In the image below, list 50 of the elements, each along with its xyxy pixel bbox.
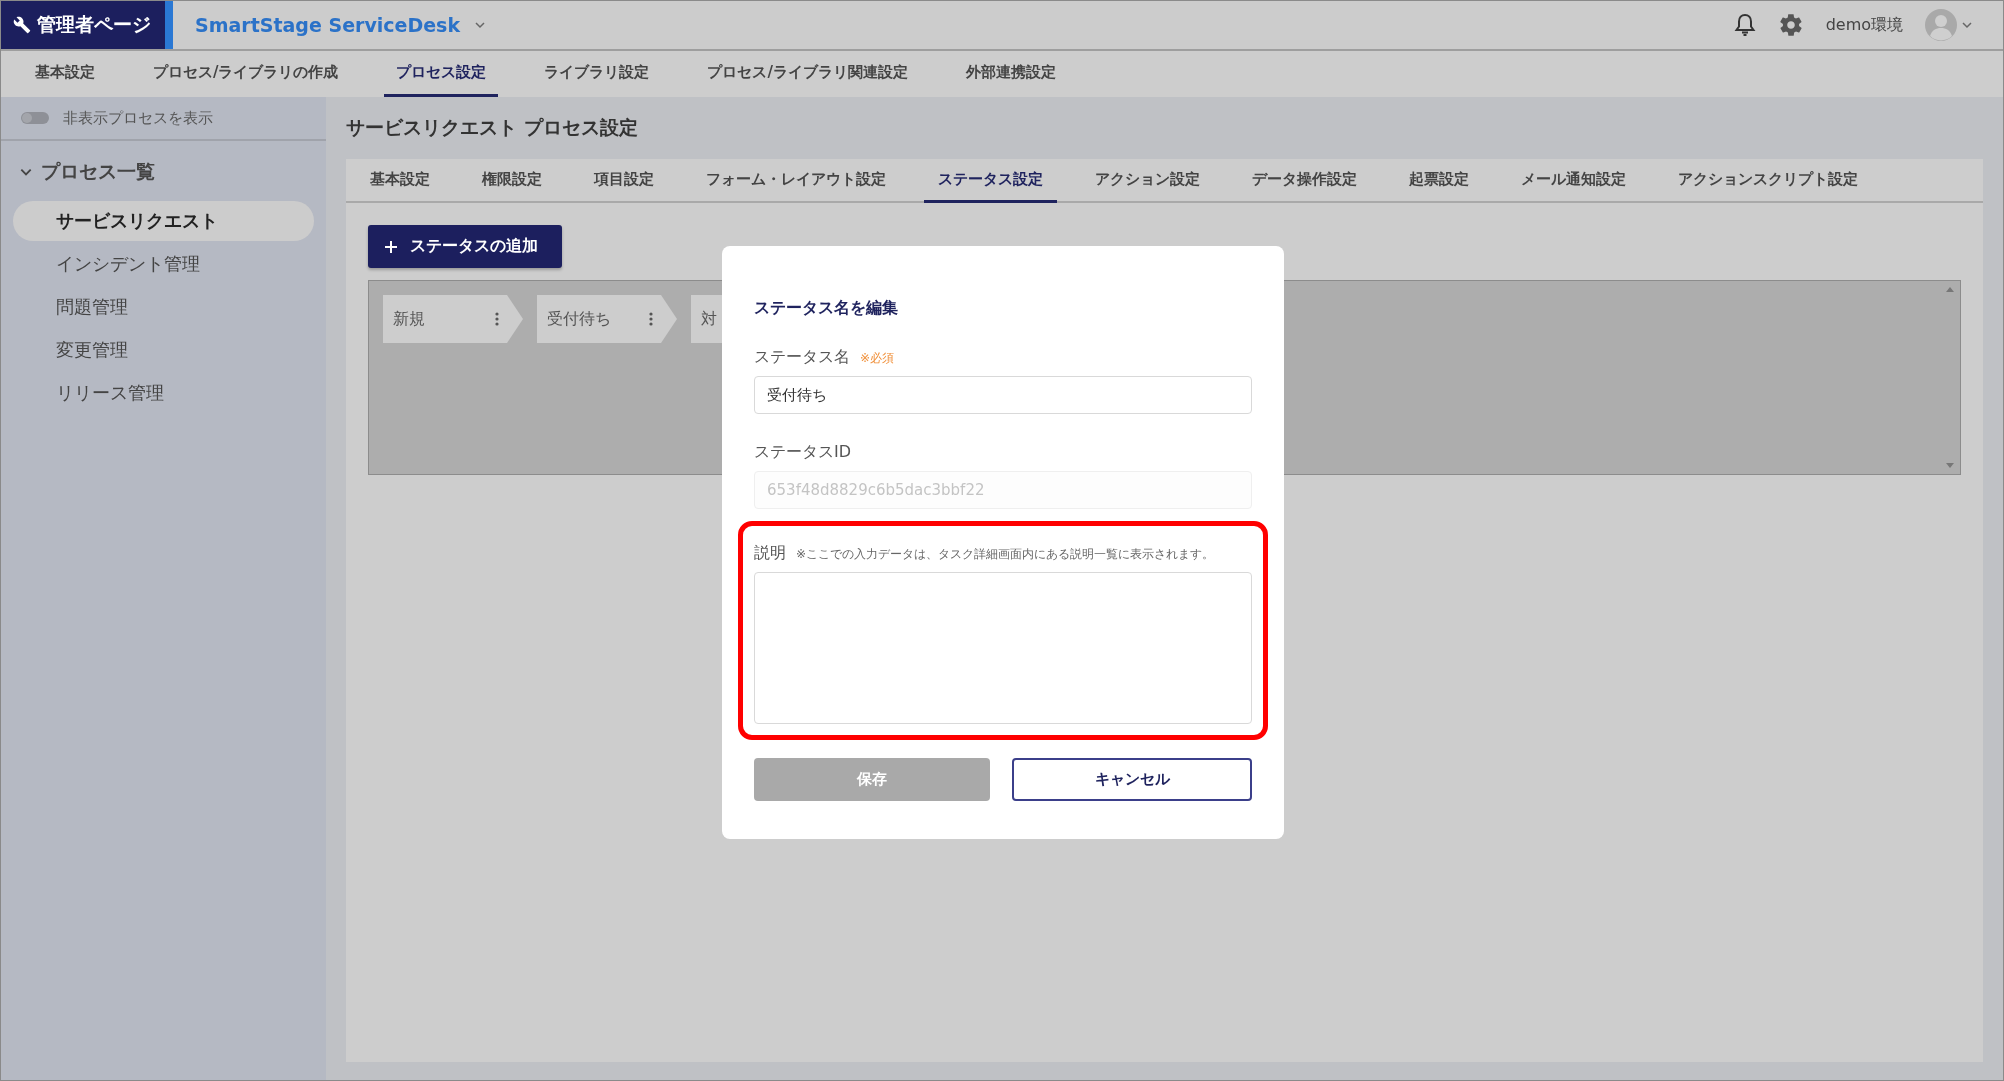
sidebar-item[interactable]: 問題管理 bbox=[13, 287, 314, 327]
bell-icon[interactable] bbox=[1733, 13, 1756, 37]
settings-tab[interactable]: 権限設定 bbox=[468, 159, 556, 203]
description-field[interactable] bbox=[754, 572, 1252, 724]
toggle-switch[interactable] bbox=[21, 112, 49, 124]
field-label: 説明 bbox=[754, 543, 786, 564]
status-name: 受付待ち bbox=[547, 308, 611, 330]
settings-tab[interactable]: データ操作設定 bbox=[1238, 159, 1371, 203]
field-note: ※ここでの入力データは、タスク詳細画面内にある説明一覧に表示されます。 bbox=[796, 546, 1215, 563]
nav-tab[interactable]: プロセス設定 bbox=[384, 51, 499, 97]
status-chip[interactable]: 新規 bbox=[383, 295, 523, 343]
environment-label[interactable]: demo環境 bbox=[1825, 14, 1903, 36]
nav-tab[interactable]: 外部連携設定 bbox=[953, 51, 1068, 97]
nav-tab[interactable]: プロセス/ライブラリの作成 bbox=[141, 51, 351, 97]
sidebar-item[interactable]: サービスリクエスト bbox=[13, 201, 314, 241]
settings-tab[interactable]: 起票設定 bbox=[1395, 159, 1483, 203]
more-icon[interactable] bbox=[495, 312, 499, 326]
more-icon[interactable] bbox=[649, 312, 653, 326]
plus-icon bbox=[384, 239, 398, 254]
settings-tab[interactable]: ステータス設定 bbox=[924, 159, 1057, 203]
group-heading[interactable]: プロセス一覧 bbox=[41, 159, 155, 185]
dialog-title: ステータス名を編集 bbox=[754, 298, 899, 319]
nav-tab[interactable]: プロセス/ライブラリ関連設定 bbox=[695, 51, 920, 97]
status-name: 対 bbox=[701, 308, 717, 330]
sidebar-item[interactable]: インシデント管理 bbox=[13, 244, 314, 284]
required-note: ※必須 bbox=[860, 350, 895, 367]
field-label: ステータスID bbox=[754, 442, 852, 463]
page-title: サービスリクエスト プロセス設定 bbox=[346, 115, 638, 140]
chevron-down-icon bbox=[474, 19, 487, 31]
chevron-down-icon bbox=[1961, 19, 1973, 31]
toggle-label: 非表示プロセスを表示 bbox=[63, 108, 213, 128]
admin-badge[interactable]: 管理者ページ bbox=[1, 1, 173, 49]
settings-tab[interactable]: メール通知設定 bbox=[1507, 159, 1640, 203]
status-name: 新規 bbox=[393, 308, 425, 330]
nav-tab[interactable]: ライブラリ設定 bbox=[532, 51, 662, 97]
settings-tab[interactable]: アクション設定 bbox=[1081, 159, 1214, 203]
settings-tab[interactable]: 基本設定 bbox=[356, 159, 444, 203]
nav-tab[interactable]: 基本設定 bbox=[23, 51, 107, 97]
add-status-button[interactable]: ステータスの追加 bbox=[368, 225, 562, 268]
sidebar-item[interactable]: リリース管理 bbox=[13, 373, 314, 413]
status-chip[interactable]: 受付待ち bbox=[537, 295, 677, 343]
text-field[interactable]: 受付待ち bbox=[754, 376, 1252, 414]
settings-tab[interactable]: フォーム・レイアウト設定 bbox=[692, 159, 900, 203]
settings-tab[interactable]: 項目設定 bbox=[580, 159, 668, 203]
sidebar-item[interactable]: 変更管理 bbox=[13, 330, 314, 370]
cancel-button[interactable]: キャンセル bbox=[1012, 758, 1252, 801]
field-label: ステータス名 bbox=[754, 347, 850, 368]
wrench-icon bbox=[13, 16, 31, 34]
settings-icon[interactable] bbox=[1777, 12, 1804, 38]
settings-tab[interactable]: アクションスクリプト設定 bbox=[1664, 159, 1872, 203]
